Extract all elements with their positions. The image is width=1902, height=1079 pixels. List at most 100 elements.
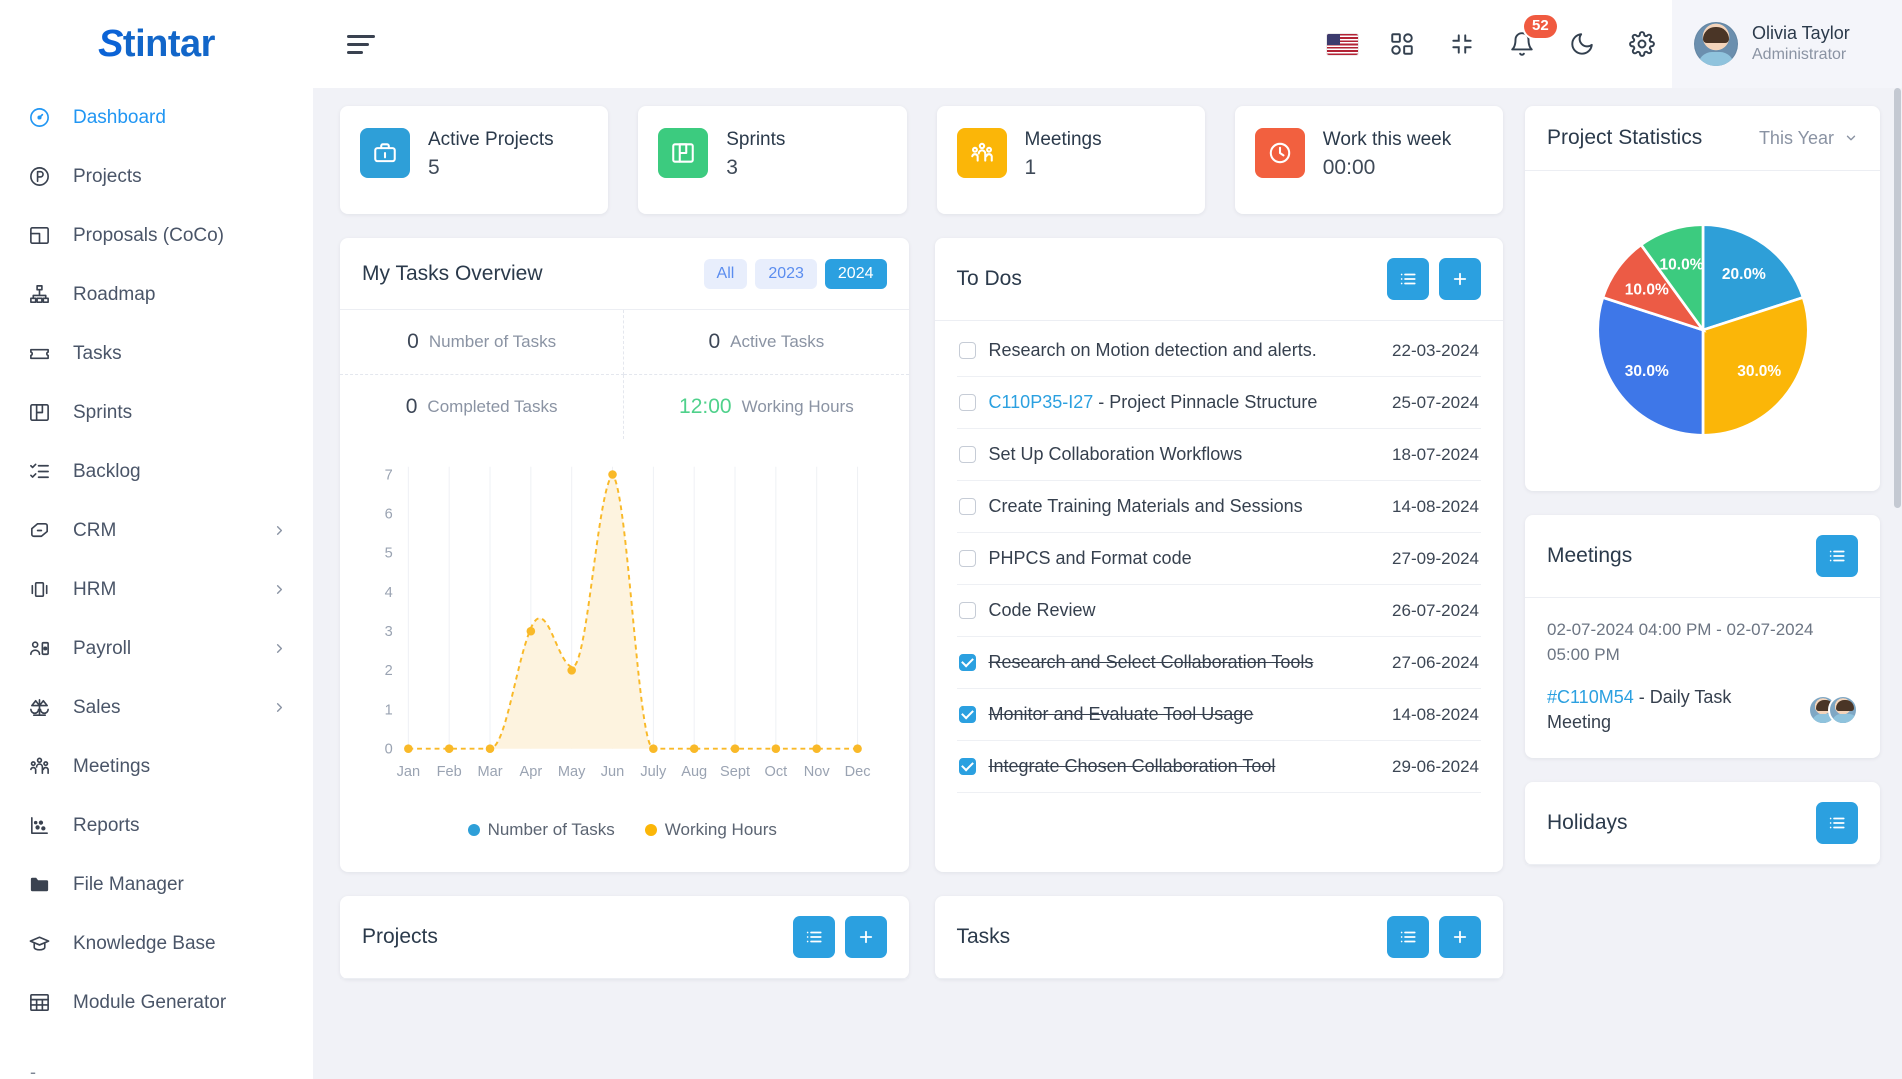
brand-logo[interactable]: SStintartintar xyxy=(0,0,313,88)
sidebar-item-crm[interactable]: CRM xyxy=(0,501,313,560)
data-point[interactable] xyxy=(485,744,495,753)
task-stat-working-hours: 12:00 Working Hours xyxy=(624,375,908,439)
todo-item[interactable]: Integrate Chosen Collaboration Tool 29-06… xyxy=(956,741,1481,793)
filter-2024[interactable]: 2024 xyxy=(824,258,887,289)
todos-list-button[interactable] xyxy=(1387,258,1429,300)
handshake-icon xyxy=(31,522,48,538)
stat-cards-row: Active Projects 5 Sprints 3 Meetings 1 Work th… xyxy=(340,106,1503,214)
sidebar-item-label: HRM xyxy=(73,578,117,600)
sidebar-item-dashboard[interactable]: Dashboard xyxy=(0,88,313,147)
todo-item[interactable]: Research on Motion detection and alerts.… xyxy=(956,325,1481,377)
page-scrollbar[interactable] xyxy=(1893,88,1902,1079)
sidebar-item-projects[interactable]: Projects xyxy=(0,147,313,206)
todo-item[interactable]: C110P35-I27 - Project Pinnacle Structure… xyxy=(956,377,1481,429)
data-point[interactable] xyxy=(444,744,454,753)
sidebar-item-file-manager[interactable]: File Manager xyxy=(0,855,313,914)
todo-checkbox[interactable] xyxy=(958,394,976,411)
sidebar-item-proposals-coco[interactable]: Proposals (CoCo) xyxy=(0,206,313,265)
stat-card-value: 1 xyxy=(1024,156,1037,180)
ticket-icon xyxy=(30,348,49,360)
scrollbar-thumb[interactable] xyxy=(1894,88,1901,508)
stat-card-work-this-week[interactable]: Work this week 00:00 xyxy=(1234,106,1503,214)
todo-code[interactable]: C110P35-I27 xyxy=(989,392,1094,412)
chevron-right-icon[interactable] xyxy=(272,700,287,715)
data-point[interactable] xyxy=(608,470,617,479)
bell-icon[interactable]: 52 xyxy=(1492,0,1557,88)
todo-item[interactable]: Create Training Materials and Sessions 14… xyxy=(956,481,1481,533)
sidebar-item-roadmap[interactable]: Roadmap xyxy=(0,265,313,324)
stat-card-active-projects[interactable]: Active Projects 5 xyxy=(340,106,609,214)
period-selector[interactable]: This Year xyxy=(1759,128,1858,149)
projects-list-button[interactable] xyxy=(792,916,835,959)
legend-item[interactable]: Working Hours xyxy=(644,820,777,840)
tasks-add-button[interactable] xyxy=(1439,916,1481,959)
compress-icon[interactable] xyxy=(1432,0,1492,88)
todo-item[interactable]: Monitor and Evaluate Tool Usage 14-08-202… xyxy=(956,689,1481,741)
sidebar-item-payroll[interactable]: Payroll xyxy=(0,619,313,678)
stat-card-meetings[interactable]: Meetings 1 xyxy=(936,106,1205,214)
chevron-right-icon[interactable] xyxy=(272,582,287,597)
sidebar-item-meetings[interactable]: Meetings xyxy=(0,737,313,796)
sidebar-item-knowledge-base[interactable]: Knowledge Base xyxy=(0,914,313,973)
todo-item[interactable]: Set Up Collaboration Workflows 18-07-2024 xyxy=(956,429,1481,481)
data-point[interactable] xyxy=(526,626,536,636)
tasks-list-button[interactable] xyxy=(1387,916,1429,959)
data-point[interactable] xyxy=(689,744,699,753)
sidebar-item-sales[interactable]: Sales xyxy=(0,678,313,737)
todo-checkbox[interactable] xyxy=(958,758,976,775)
todo-checkbox[interactable] xyxy=(958,446,976,463)
data-point[interactable] xyxy=(812,744,821,753)
sidebar-item-reports[interactable]: Reports xyxy=(0,796,313,855)
chevron-right-icon[interactable] xyxy=(272,641,287,656)
gear-icon[interactable] xyxy=(1612,0,1672,88)
filter-all[interactable]: All xyxy=(703,258,748,289)
us-flag-icon[interactable] xyxy=(1312,0,1372,88)
holidays-list-button[interactable] xyxy=(1816,801,1858,844)
sidebar-item-backlog[interactable]: Backlog xyxy=(0,442,313,501)
topbar: 52 Olivia Taylor Administrator xyxy=(313,0,1902,88)
chevron-right-icon[interactable] xyxy=(272,523,287,538)
user-name: Olivia Taylor xyxy=(1752,22,1850,43)
data-point[interactable] xyxy=(649,744,658,753)
todo-checkbox[interactable] xyxy=(958,550,976,567)
apps-grid-icon[interactable] xyxy=(1372,0,1432,88)
todo-item[interactable]: Code Review 26-07-2024 xyxy=(956,585,1481,637)
todo-label: Integrate Chosen Collaboration Tool xyxy=(988,756,1276,776)
y-tick-label: 7 xyxy=(385,467,393,483)
meeting-title[interactable]: #C110M54 - Daily Task Meeting xyxy=(1547,685,1798,734)
tasks-card-title: Tasks xyxy=(956,925,1011,949)
stat-card-title: Work this week xyxy=(1322,129,1452,150)
todo-checkbox[interactable] xyxy=(958,498,976,515)
user-profile[interactable]: Olivia Taylor Administrator xyxy=(1672,0,1902,88)
projects-add-button[interactable] xyxy=(844,916,887,959)
moon-icon[interactable] xyxy=(1552,0,1612,88)
data-point[interactable] xyxy=(567,666,576,675)
todo-item[interactable]: Research and Select Collaboration Tools 2… xyxy=(956,637,1481,689)
todo-checkbox[interactable] xyxy=(958,654,976,671)
todo-date: 26-07-2024 xyxy=(1392,600,1479,620)
sidebar-item-tasks[interactable]: Tasks xyxy=(0,324,313,383)
meeting-code[interactable]: #C110M54 xyxy=(1547,687,1634,707)
meetings-list-button[interactable] xyxy=(1816,535,1858,577)
todos-card: To Dos Research on Motion detection and … xyxy=(934,238,1503,873)
legend-item[interactable]: Number of Tasks xyxy=(467,820,615,840)
filter-2023[interactable]: 2023 xyxy=(755,258,817,289)
sidebar-item-module-generator[interactable]: Module Generator xyxy=(0,973,313,1032)
data-point[interactable] xyxy=(404,744,413,753)
y-tick-label: 6 xyxy=(385,507,393,523)
data-point[interactable] xyxy=(771,744,781,753)
todo-item[interactable]: PHPCS and Format code 27-09-2024 xyxy=(956,533,1481,585)
stat-card-sprints[interactable]: Sprints 3 xyxy=(638,106,907,214)
todos-add-button[interactable] xyxy=(1439,258,1481,300)
todo-label: Research and Select Collaboration Tools xyxy=(988,652,1314,672)
data-point[interactable] xyxy=(853,744,862,753)
hamburger-icon[interactable] xyxy=(347,34,375,54)
data-point[interactable] xyxy=(730,744,740,753)
sidebar-item-sprints[interactable]: Sprints xyxy=(0,383,313,442)
sidebar-item-hrm[interactable]: HRM xyxy=(0,560,313,619)
dashboard-content: Active Projects 5 Sprints 3 Meetings 1 Work th… xyxy=(313,88,1902,1079)
todo-checkbox[interactable] xyxy=(958,706,976,723)
holidays-card: Holidays xyxy=(1525,781,1880,865)
todo-checkbox[interactable] xyxy=(958,602,976,619)
todo-checkbox[interactable] xyxy=(958,342,976,359)
